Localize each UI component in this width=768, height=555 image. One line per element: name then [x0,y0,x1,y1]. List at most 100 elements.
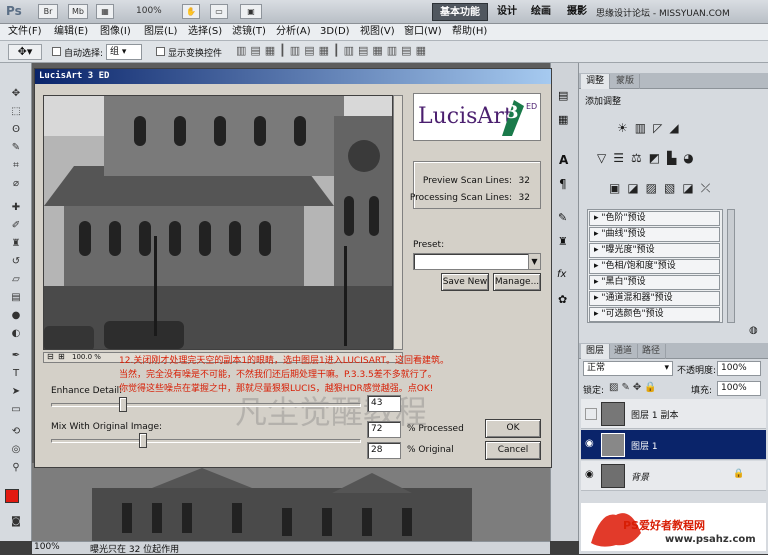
original-percent-field[interactable]: 28 [367,442,401,459]
crop-tool-icon[interactable]: ⌗ [8,159,24,173]
visibility-toggle[interactable] [585,408,597,420]
cancel-button[interactable]: Cancel [485,441,541,460]
save-new-button[interactable]: Save New [441,273,489,291]
workspace-photography[interactable]: 摄影 [560,3,594,21]
menu-edit[interactable]: 编辑(E) [54,25,88,39]
status-zoom[interactable]: 100% [34,542,60,552]
dodge-tool-icon[interactable]: ◐ [8,327,24,341]
lock-icons[interactable]: ▨✎✥🔒 [609,382,660,393]
menu-help[interactable]: 帮助(H) [452,25,487,39]
menu-window[interactable]: 窗口(W) [404,25,442,39]
path-select-tool-icon[interactable]: ➤ [8,385,24,399]
eye-icon[interactable]: ◉ [585,469,594,480]
menu-file[interactable]: 文件(F) [8,25,42,39]
hand-tool-button[interactable]: ✋ [182,4,200,19]
zoom-level[interactable]: 100% [136,6,162,16]
eraser-tool-icon[interactable]: ▱ [8,273,24,287]
tab-masks[interactable]: 蒙版 [611,74,641,89]
quick-mask-icon[interactable]: ◙ [8,515,24,529]
mix-original-thumb[interactable] [138,433,147,448]
3d-rotate-tool-icon[interactable]: ⟲ [8,425,24,439]
minibridge-button[interactable]: Mb [68,4,88,19]
pen-tool-icon[interactable]: ✒ [8,349,24,363]
preset-hue-saturation[interactable]: ▸ "色相/饱和度"预设 [589,259,720,274]
3d-orbit-tool-icon[interactable]: ◎ [8,443,24,457]
marquee-tool-icon[interactable]: ⬚ [8,105,24,119]
processed-percent-field[interactable]: 72 [367,421,401,438]
bridge-button[interactable]: Br [38,4,58,19]
preset-levels[interactable]: ▸ "色阶"预设 [589,211,720,226]
brushes-panel-icon[interactable]: ✎ [558,211,567,224]
menu-analysis[interactable]: 分析(A) [276,25,311,39]
screen-mode-button[interactable]: ▣ [240,4,262,19]
manage-button[interactable]: Manage... [493,273,541,291]
eyedropper-tool-icon[interactable]: ⌀ [8,177,24,191]
adjustment-icons-row-3[interactable]: ▣◪▨▧◪⤫ [609,181,717,196]
menu-view[interactable]: 视图(V) [360,25,395,39]
preset-dropdown[interactable]: ▼ [413,253,541,270]
preset-curves[interactable]: ▸ "曲线"预设 [589,227,720,242]
panel-footer-icons[interactable]: ◍ [749,325,758,336]
workspace-essentials[interactable]: 基本功能 [432,3,488,21]
presets-scrollbar[interactable] [727,209,735,323]
shape-tool-icon[interactable]: ▭ [8,403,24,417]
clone-source-panel-icon[interactable]: ♜ [558,235,568,248]
blend-mode-dropdown[interactable]: 正常 ▾ [583,361,673,376]
auto-select-checkbox[interactable] [52,47,61,56]
enhance-detail-slider[interactable] [51,397,361,412]
preview-vertical-scrollbar[interactable] [393,95,403,350]
menu-3d[interactable]: 3D(D) [320,25,350,39]
preset-selective-color[interactable]: ▸ "可选颜色"预设 [589,307,720,322]
effects-panel-icon[interactable]: fx [557,269,566,280]
history-panel-icon[interactable]: ▤ [558,89,568,102]
menu-image[interactable]: 图像(I) [100,25,131,39]
preset-channel-mixer[interactable]: ▸ "通道混和器"预设 [589,291,720,306]
preset-black-white[interactable]: ▸ "黑白"预设 [589,275,720,290]
preset-exposure[interactable]: ▸ "曝光度"预设 [589,243,720,258]
clone-stamp-tool-icon[interactable]: ♜ [8,237,24,251]
blur-tool-icon[interactable]: ● [8,309,24,323]
eye-icon[interactable]: ◉ [585,438,594,449]
ok-button[interactable]: OK [485,419,541,438]
tab-channels[interactable]: 通道 [609,344,639,359]
tab-paths[interactable]: 路径 [637,344,667,359]
fill-field[interactable]: 100% [717,381,761,396]
tab-adjustments[interactable]: 调整 [581,74,611,89]
healing-brush-tool-icon[interactable]: ✚ [8,201,24,215]
move-tool-icon[interactable]: ✥ [8,87,24,101]
menu-filter[interactable]: 滤镜(T) [232,25,266,39]
quick-select-tool-icon[interactable]: ✎ [8,141,24,155]
zoom-in-icon[interactable]: ⊞ [58,352,65,361]
layer-row-copy[interactable]: 图层 1 副本 [581,399,766,429]
workspace-painting[interactable]: 绘画 [524,3,558,21]
actions-panel-icon[interactable]: ▦ [558,113,568,126]
styles-panel-icon[interactable]: ✿ [558,293,567,306]
tab-layers[interactable]: 图层 [581,344,611,359]
menu-select[interactable]: 选择(S) [188,25,222,39]
move-tool-preset-icon[interactable]: ✥▾ [8,44,42,60]
zoom-out-icon[interactable]: ⊟ [47,352,54,361]
gradient-tool-icon[interactable]: ▤ [8,291,24,305]
adjustment-icons-row-2[interactable]: ▽☰⚖◩▙◕ [597,151,701,165]
arrange-documents-button[interactable]: ▭ [210,4,228,19]
show-transform-checkbox[interactable] [156,47,165,56]
menu-layer[interactable]: 图层(L) [144,25,177,39]
lasso-tool-icon[interactable]: ʘ [8,123,24,137]
view-extras-button[interactable]: ▦ [96,4,114,19]
brush-tool-icon[interactable]: ✐ [8,219,24,233]
workspace-design[interactable]: 设计 [490,3,524,21]
history-brush-tool-icon[interactable]: ↺ [8,255,24,269]
zoom-tool-icon[interactable]: ⚲ [8,461,24,475]
character-panel-icon[interactable]: A [559,153,568,167]
type-tool-icon[interactable]: T [8,367,24,381]
opacity-field[interactable]: 100% [717,361,761,376]
align-distribute-icons[interactable]: ▥▤▦┃▥▤▦┃▥▤▦▥▤▦ [236,44,430,57]
layer-row-background[interactable]: ◉ 背景 🔒 [581,461,766,491]
foreground-color-swatch[interactable] [5,489,19,503]
enhance-detail-field[interactable]: 43 [367,395,401,412]
auto-select-dropdown[interactable]: 组 ▾ [106,44,142,60]
paragraph-panel-icon[interactable]: ¶ [559,177,567,191]
mix-original-slider[interactable] [51,433,361,448]
enhance-detail-thumb[interactable] [118,397,127,412]
layer-row-selected[interactable]: ◉ 图层 1 [581,430,766,460]
